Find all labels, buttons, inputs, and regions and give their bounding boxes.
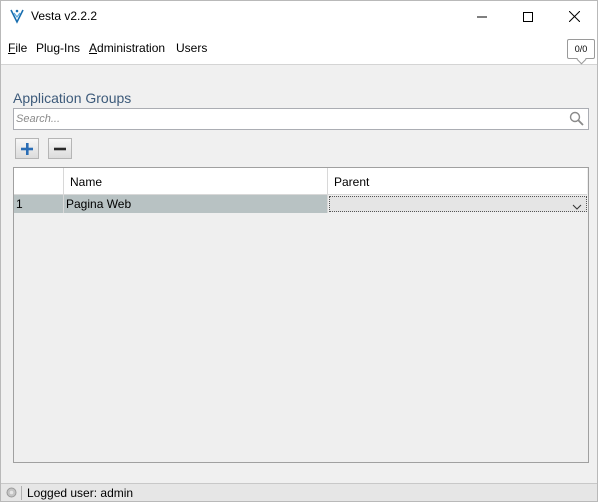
table-row[interactable]: 1 Pagina Web: [14, 195, 587, 213]
row-name-cell[interactable]: Pagina Web: [64, 195, 328, 213]
menu-bar: File Plug-Ins Administration Users: [1, 32, 597, 65]
status-gear-icon: [6, 487, 17, 501]
status-text: Logged user: admin: [27, 486, 134, 500]
menu-plug-ins[interactable]: Plug-Ins: [36, 41, 80, 55]
minimize-icon: [477, 16, 487, 17]
section-title: Application Groups: [13, 90, 132, 106]
menu-file[interactable]: File: [8, 41, 27, 55]
header-name[interactable]: Name: [64, 168, 328, 195]
header-parent[interactable]: Parent: [328, 168, 587, 195]
header-name-label: Name: [70, 175, 103, 189]
status-bar: Logged user: admin: [1, 483, 597, 501]
search-input[interactable]: [16, 110, 561, 127]
remove-group-button[interactable]: [48, 138, 72, 159]
menu-file-label: ile: [15, 41, 28, 55]
search-box: [13, 108, 589, 130]
menu-administration-label: dministration: [97, 41, 166, 55]
maximize-icon: [523, 11, 533, 22]
window-title: Vesta v2.2.2: [31, 9, 98, 23]
search-icon[interactable]: [569, 111, 584, 129]
row-name: Pagina Web: [66, 197, 132, 211]
title-bar: Vesta v2.2.2: [1, 1, 597, 32]
minimize-button[interactable]: [459, 1, 505, 32]
row-parent-dropdown[interactable]: [329, 196, 587, 212]
vesta-logo-icon: [9, 8, 25, 24]
menu-administration-mnemonic: A: [89, 41, 98, 55]
groups-table: Name Parent 1 Pagina Web: [13, 167, 589, 463]
notification-counter[interactable]: 0/0: [567, 39, 595, 59]
app-window: Vesta v2.2.2 File Plug-Ins Administratio…: [0, 0, 598, 502]
row-index: 1: [16, 197, 23, 211]
header-parent-label: Parent: [334, 175, 370, 189]
add-group-button[interactable]: [15, 138, 39, 159]
close-button[interactable]: [551, 1, 597, 32]
plus-icon: [21, 142, 33, 155]
minus-icon: [54, 147, 66, 150]
row-index-cell[interactable]: 1: [14, 195, 64, 213]
maximize-button[interactable]: [505, 1, 551, 32]
chevron-down-icon[interactable]: [572, 200, 582, 214]
header-row-index[interactable]: [14, 168, 64, 195]
menu-users[interactable]: Users: [176, 41, 207, 55]
status-divider: [21, 486, 22, 500]
menu-administration[interactable]: Administration: [89, 41, 165, 55]
close-icon: [568, 11, 580, 22]
